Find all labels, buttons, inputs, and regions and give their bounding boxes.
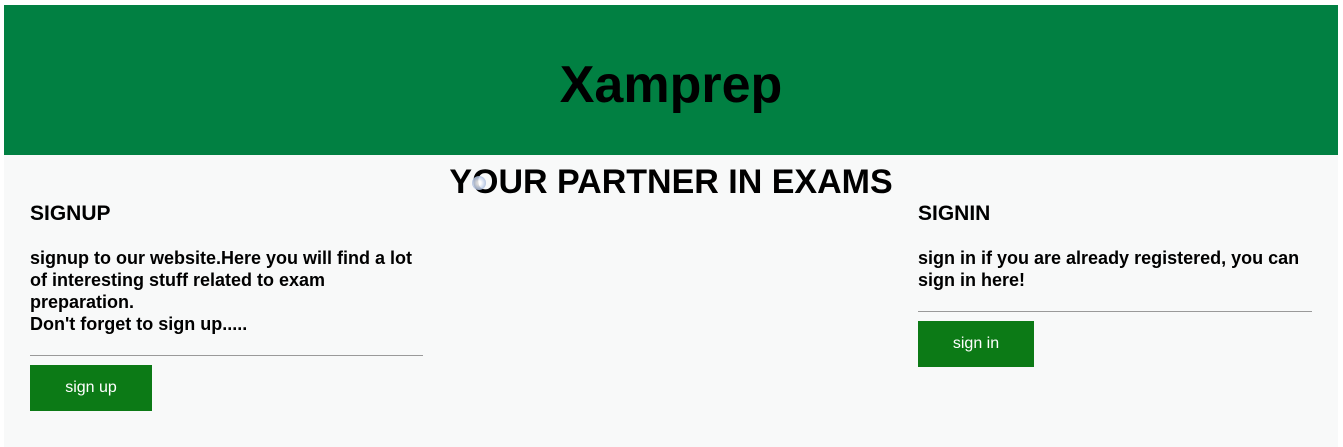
signin-panel: SIGNIN sign in if you are already regist…: [918, 201, 1312, 367]
signin-divider: [918, 311, 1312, 312]
mouse-cursor-icon: [472, 176, 486, 190]
signup-title: SIGNUP: [30, 202, 111, 225]
main-content: YOUR PARTNER IN EXAMS SIGNUP signup to o…: [4, 155, 1338, 447]
sign-in-button[interactable]: sign in: [918, 321, 1034, 367]
signup-divider: [30, 355, 423, 356]
signup-panel: SIGNUP signup to our website.Here you wi…: [30, 201, 423, 411]
signin-title: SIGNIN: [918, 202, 991, 225]
site-brand: Xamprep: [559, 56, 783, 114]
tagline: YOUR PARTNER IN EXAMS: [449, 163, 893, 201]
signup-description-text: signup to our website.Here you will find…: [30, 248, 413, 312]
sign-up-button[interactable]: sign up: [30, 365, 152, 411]
signin-description: sign in if you are already registered, y…: [918, 248, 1300, 290]
signup-reminder-text: Don't forget to sign up.....: [30, 314, 248, 334]
site-header: Xamprep: [4, 5, 1338, 155]
signup-description: signup to our website.Here you will find…: [30, 247, 423, 335]
